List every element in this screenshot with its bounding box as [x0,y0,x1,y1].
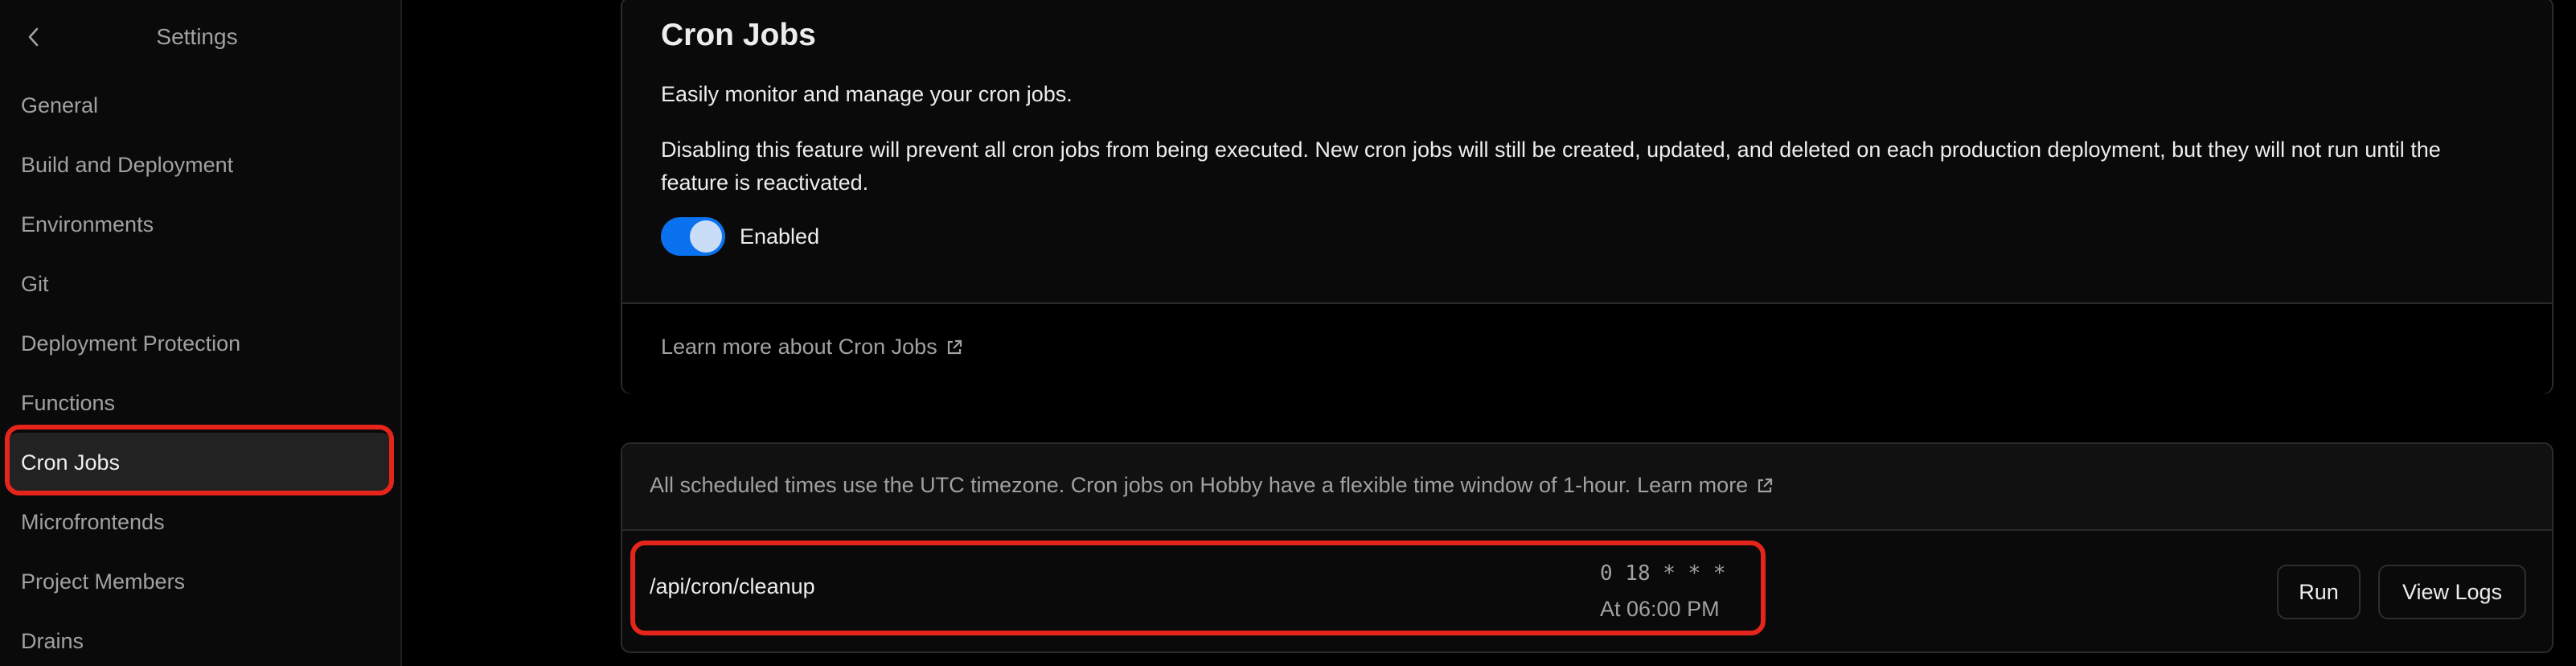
sidebar-item-git[interactable]: Git [6,254,392,314]
sidebar-item-drains[interactable]: Drains [6,611,392,666]
cron-job-time: At 06:00 PM [1600,597,1720,621]
sidebar-item-general[interactable]: General [6,76,392,135]
sidebar-item-microfrontends[interactable]: Microfrontends [6,492,392,552]
sidebar-nav: General Build and Deployment Environment… [6,76,392,666]
timezone-learn-more-link[interactable]: Learn more [1637,473,1774,498]
settings-page: Settings General Build and Deployment En… [0,0,2576,666]
external-link-icon [1756,477,1774,495]
cron-job-row: /api/cron/cleanup 0 18 * * * At 06:00 PM… [622,531,2552,653]
learn-more-cron-jobs-link[interactable]: Learn more about Cron Jobs [661,335,963,360]
cron-jobs-card: Cron Jobs Easily monitor and manage your… [621,0,2553,394]
timezone-info-text: All scheduled times use the UTC timezone… [650,473,1631,497]
sidebar-item-build-and-deployment[interactable]: Build and Deployment [6,135,392,195]
sidebar-item-environments[interactable]: Environments [6,195,392,254]
enabled-toggle[interactable] [661,217,725,256]
sidebar-item-functions[interactable]: Functions [6,373,392,433]
external-link-icon [945,339,963,356]
toggle-label: Enabled [740,224,820,249]
sidebar-header: Settings [0,0,402,77]
cron-jobs-card-footer: Learn more about Cron Jobs [622,302,2552,394]
settings-sidebar: Settings General Build and Deployment En… [0,0,402,666]
cron-jobs-list-card: All scheduled times use the UTC timezone… [621,442,2553,653]
card-title: Cron Jobs [661,18,816,52]
sidebar-item-project-members[interactable]: Project Members [6,552,392,611]
timezone-info: All scheduled times use the UTC timezone… [650,473,1774,498]
timezone-info-banner: All scheduled times use the UTC timezone… [622,444,2552,531]
card-note: Disabling this feature will prevent all … [661,138,2441,195]
cron-job-path: /api/cron/cleanup [650,574,815,598]
run-button[interactable]: Run [2277,565,2361,619]
toggle-knob [690,220,722,253]
timezone-learn-more-label: Learn more [1637,473,1749,497]
cron-job-schedule: 0 18 * * * [1600,561,1726,586]
cron-jobs-card-body: Cron Jobs Easily monitor and manage your… [622,0,2552,302]
toggle-row: Enabled [661,217,819,256]
sidebar-item-deployment-protection[interactable]: Deployment Protection [6,314,392,373]
learn-more-label: Learn more about Cron Jobs [661,335,937,359]
sidebar-title: Settings [156,24,238,49]
sidebar-item-cron-jobs[interactable]: Cron Jobs [6,433,392,492]
view-logs-button[interactable]: View Logs [2378,565,2526,619]
card-description: Easily monitor and manage your cron jobs… [661,82,1073,106]
